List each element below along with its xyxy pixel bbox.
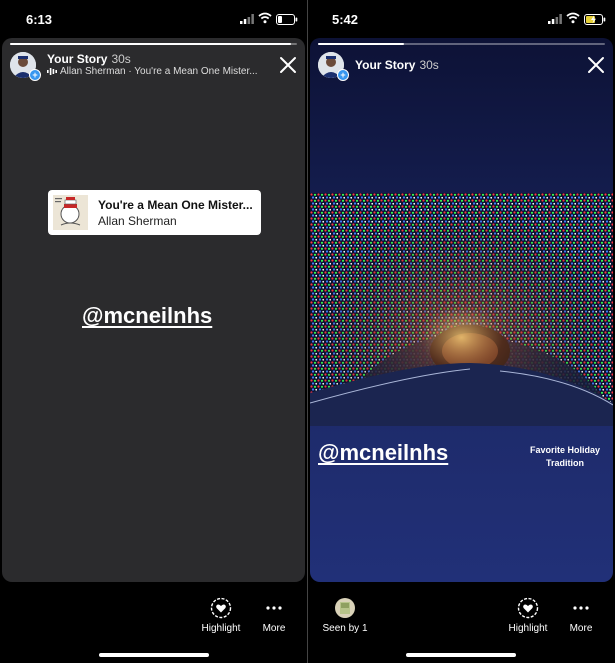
status-bar: 5:42: [308, 0, 615, 38]
add-story-plus-icon[interactable]: +: [29, 69, 41, 81]
battery-icon: [276, 14, 298, 25]
status-time: 6:13: [26, 12, 53, 27]
music-attribution-text: Allan Sherman · You're a Mean One Mister…: [60, 66, 258, 77]
close-icon[interactable]: [585, 54, 607, 76]
more-label: More: [262, 623, 286, 634]
story-title-label: Your Story: [355, 58, 416, 72]
story-progress-bar: [318, 43, 605, 45]
music-attribution[interactable]: Allan Sherman · You're a Mean One Mister…: [47, 66, 258, 77]
story-progress-fill: [10, 43, 292, 45]
story-card[interactable]: + Your Story 30s Allan Sherman · You're a…: [2, 38, 305, 582]
home-indicator[interactable]: [406, 653, 516, 657]
story-age: 30s: [111, 52, 131, 66]
song-title: You're a Mean One Mister...: [98, 198, 253, 212]
story-progress-bar: [10, 43, 297, 45]
mention-sticker[interactable]: @mcneilnhs: [82, 303, 212, 329]
highlight-button[interactable]: Highlight: [505, 597, 551, 634]
highlight-button[interactable]: Highlight: [198, 597, 244, 634]
add-story-plus-icon[interactable]: +: [337, 69, 349, 81]
story-card[interactable]: + Your Story 30s @mcneilnhs Favorite Hol…: [310, 38, 613, 582]
battery-charging-icon: [584, 14, 606, 25]
music-bars-icon: [47, 68, 57, 75]
more-button[interactable]: More: [563, 597, 599, 634]
more-dots-icon: [573, 606, 589, 610]
status-time: 5:42: [332, 12, 359, 27]
close-icon[interactable]: [277, 54, 299, 76]
viewer-avatar-icon: [335, 598, 355, 618]
highlight-label: Highlight: [201, 623, 241, 634]
album-art-image: [53, 195, 88, 230]
story-screen-music: 6:13 + Your Story 30s Allan Sherman · Yo…: [0, 0, 307, 663]
light-tunnel-photo: [310, 193, 613, 426]
seen-by-button[interactable]: Seen by 1: [320, 597, 370, 634]
album-art: [53, 195, 88, 230]
more-dots-icon: [266, 606, 282, 610]
cellular-signal-icon: [548, 14, 562, 24]
highlight-label: Highlight: [508, 623, 548, 634]
story-screen-photo: 5:42 + Your Story 30s @mcneilnhs Favorit…: [308, 0, 615, 663]
song-artist: Allan Sherman: [98, 214, 177, 228]
story-title: Your Story 30s: [355, 58, 439, 72]
seen-by-label: Seen by 1: [322, 623, 368, 634]
story-caption: Favorite Holiday Tradition: [529, 445, 601, 468]
story-age: 30s: [419, 58, 439, 72]
more-label: More: [569, 623, 593, 634]
story-progress-fill: [318, 43, 405, 45]
status-bar: 6:13: [0, 0, 307, 38]
heart-highlight-icon: [517, 597, 539, 619]
story-title: Your Story 30s: [47, 52, 131, 66]
mention-sticker[interactable]: @mcneilnhs: [318, 440, 448, 466]
music-sticker[interactable]: You're a Mean One Mister... Allan Sherma…: [48, 190, 261, 235]
story-title-label: Your Story: [47, 52, 108, 66]
heart-highlight-icon: [210, 597, 232, 619]
cellular-signal-icon: [240, 14, 254, 24]
home-indicator[interactable]: [99, 653, 209, 657]
more-button[interactable]: More: [256, 597, 292, 634]
wifi-icon: [258, 12, 272, 24]
wifi-icon: [566, 12, 580, 24]
